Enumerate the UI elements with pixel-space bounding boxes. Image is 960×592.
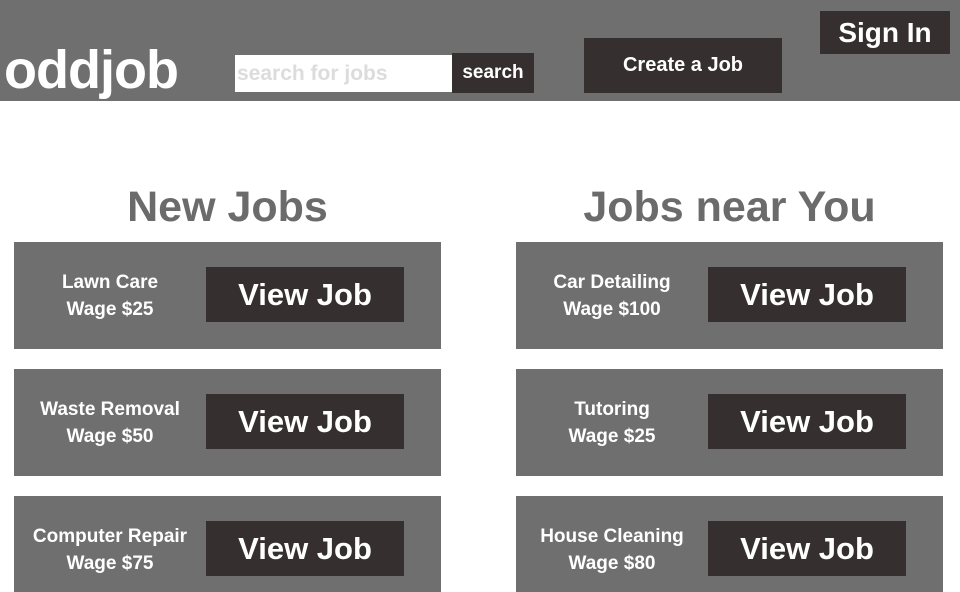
job-info: Tutoring Wage $25 xyxy=(516,369,708,476)
job-wage: Wage $100 xyxy=(563,298,661,320)
create-job-button[interactable]: Create a Job xyxy=(584,38,782,93)
search-input[interactable] xyxy=(235,55,453,92)
job-wage: Wage $80 xyxy=(568,552,656,574)
job-info: House Cleaning Wage $80 xyxy=(516,496,708,592)
new-jobs-heading: New Jobs xyxy=(127,183,328,231)
job-wage: Wage $25 xyxy=(568,425,656,447)
search-button[interactable]: search xyxy=(452,53,534,93)
job-title: Lawn Care xyxy=(61,271,159,293)
job-card-near-2: Tutoring Wage $25 View Job xyxy=(516,369,943,476)
job-title: Tutoring xyxy=(574,398,650,420)
job-title: Car Detailing xyxy=(553,271,671,293)
job-info: Lawn Care Wage $25 xyxy=(14,242,206,349)
job-title: Waste Removal xyxy=(40,398,180,420)
view-job-button[interactable]: View Job xyxy=(708,394,906,449)
sign-in-button[interactable]: Sign In xyxy=(820,11,950,54)
view-job-button[interactable]: View Job xyxy=(206,394,404,449)
top-header: oddjob search Create a Job Sign In xyxy=(0,0,960,101)
job-info: Car Detailing Wage $100 xyxy=(516,242,708,349)
job-wage: Wage $75 xyxy=(66,552,154,574)
view-job-button[interactable]: View Job xyxy=(206,267,404,322)
jobs-near-you-heading: Jobs near You xyxy=(583,183,876,231)
job-info: Waste Removal Wage $50 xyxy=(14,369,206,476)
job-card-near-1: Car Detailing Wage $100 View Job xyxy=(516,242,943,349)
job-title: Computer Repair xyxy=(32,525,188,547)
job-card-new-2: Waste Removal Wage $50 View Job xyxy=(14,369,441,476)
view-job-button[interactable]: View Job xyxy=(708,267,906,322)
job-card-new-1: Lawn Care Wage $25 View Job xyxy=(14,242,441,349)
job-card-new-3: Computer Repair Wage $75 View Job xyxy=(14,496,441,592)
site-logo[interactable]: oddjob xyxy=(4,38,179,102)
view-job-button[interactable]: View Job xyxy=(708,521,906,576)
view-job-button[interactable]: View Job xyxy=(206,521,404,576)
job-wage: Wage $25 xyxy=(66,298,154,320)
job-card-near-3: House Cleaning Wage $80 View Job xyxy=(516,496,943,592)
job-title: House Cleaning xyxy=(540,525,684,547)
job-info: Computer Repair Wage $75 xyxy=(14,496,206,592)
job-wage: Wage $50 xyxy=(66,425,154,447)
